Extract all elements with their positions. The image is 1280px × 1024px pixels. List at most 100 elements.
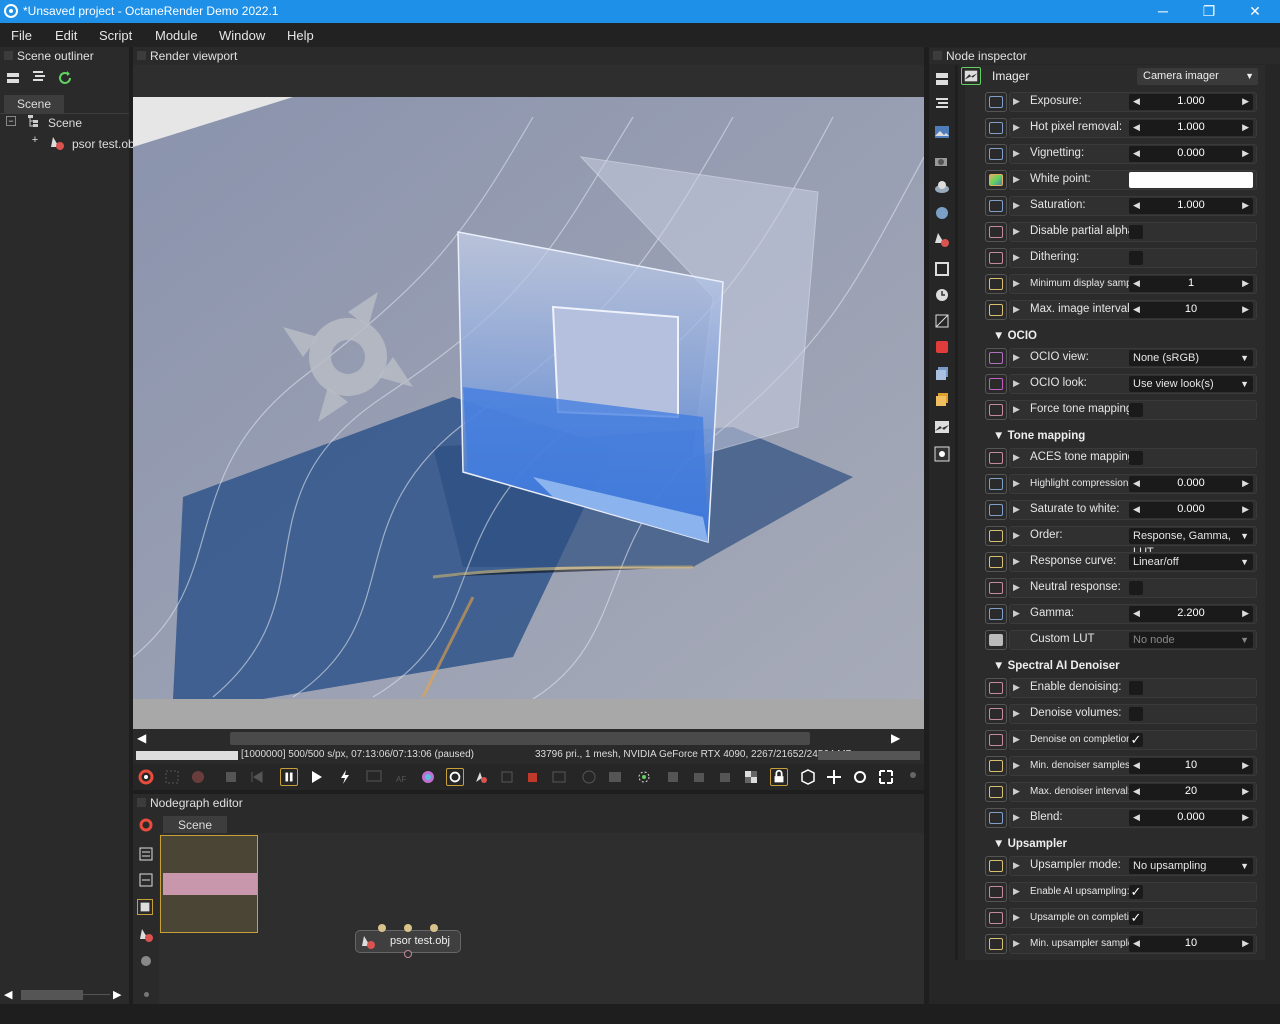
- param-slider[interactable]: ◀ 0.000 ▶: [1129, 476, 1253, 492]
- param-slider[interactable]: ◀ 2.200 ▶: [1129, 606, 1253, 622]
- menu-module[interactable]: Module: [155, 28, 198, 43]
- param-pin[interactable]: [985, 756, 1007, 776]
- param-pin[interactable]: [985, 374, 1007, 394]
- export-icon[interactable]: [716, 768, 734, 786]
- expand-arrow-icon[interactable]: ▶: [1013, 812, 1020, 823]
- clay-mode-icon[interactable]: [523, 768, 541, 786]
- section-header[interactable]: ▼ Upsampler: [993, 838, 1067, 850]
- image-icon[interactable]: [933, 123, 951, 141]
- scroll-left-icon[interactable]: ◀: [137, 731, 146, 745]
- slider-increment-icon[interactable]: ▶: [1242, 278, 1249, 289]
- input-pin[interactable]: [404, 924, 412, 932]
- expand-arrow-icon[interactable]: ▶: [1013, 200, 1020, 211]
- param-slider[interactable]: ◀ 10 ▶: [1129, 936, 1253, 952]
- slider-increment-icon[interactable]: ▶: [1242, 200, 1249, 211]
- param-slider[interactable]: ◀ 10 ▶: [1129, 758, 1253, 774]
- param-pin[interactable]: [985, 630, 1007, 650]
- render-target-icon[interactable]: [933, 70, 951, 88]
- slider-increment-icon[interactable]: ▶: [1242, 478, 1249, 489]
- expand-arrow-icon[interactable]: ▶: [1013, 304, 1020, 315]
- slider-increment-icon[interactable]: ▶: [1242, 148, 1249, 159]
- expand-arrow-icon[interactable]: ▶: [1013, 252, 1020, 263]
- film-settings-icon[interactable]: [933, 260, 951, 278]
- nodegraph-tab-scene[interactable]: Scene: [163, 816, 227, 833]
- collapse-icon[interactable]: −: [6, 116, 16, 126]
- menu-edit[interactable]: Edit: [55, 28, 77, 43]
- subsample-icon[interactable]: [550, 768, 568, 786]
- param-dropdown[interactable]: Linear/off ▼: [1129, 554, 1253, 570]
- param-pin[interactable]: [985, 934, 1007, 954]
- expand-arrow-icon[interactable]: ▶: [1013, 530, 1020, 541]
- param-dropdown[interactable]: No upsampling ▼: [1129, 858, 1253, 874]
- param-dropdown[interactable]: Use view look(s) ▼: [1129, 376, 1253, 392]
- param-checkbox[interactable]: [1129, 403, 1143, 417]
- graph-preview-icon[interactable]: [137, 899, 153, 915]
- param-dropdown[interactable]: None (sRGB) ▼: [1129, 350, 1253, 366]
- expand-arrow-icon[interactable]: ▶: [1013, 378, 1020, 389]
- camera-icon[interactable]: [933, 152, 951, 170]
- expand-arrow-icon[interactable]: ▶: [1013, 938, 1020, 949]
- scroll-right-icon[interactable]: ▶: [891, 731, 900, 745]
- kernel-icon[interactable]: [933, 312, 951, 330]
- param-pin[interactable]: [985, 578, 1007, 598]
- section-header[interactable]: ▼ Spectral AI Denoiser: [993, 660, 1120, 672]
- copy-icon[interactable]: [664, 768, 682, 786]
- param-pin[interactable]: [985, 782, 1007, 802]
- picker-icon[interactable]: [446, 768, 464, 786]
- param-slider[interactable]: ◀ 1.000 ▶: [1129, 120, 1253, 136]
- animation-icon[interactable]: [933, 286, 951, 304]
- param-pin[interactable]: [985, 730, 1007, 750]
- pan-icon[interactable]: [825, 768, 843, 786]
- render-layer-icon[interactable]: [933, 338, 951, 356]
- param-pin[interactable]: [985, 400, 1007, 420]
- param-checkbox[interactable]: [1129, 681, 1143, 695]
- environment-icon[interactable]: [933, 178, 951, 196]
- param-pin[interactable]: [985, 118, 1007, 138]
- expand-arrow-icon[interactable]: ▶: [1013, 174, 1020, 185]
- display-icon[interactable]: [365, 768, 383, 786]
- expand-arrow-icon[interactable]: ▶: [1013, 556, 1020, 567]
- param-pin[interactable]: [985, 144, 1007, 164]
- maximize-button[interactable]: ❐: [1186, 0, 1232, 23]
- input-pin[interactable]: [378, 924, 386, 932]
- param-checkbox[interactable]: [1129, 225, 1143, 239]
- param-checkbox[interactable]: [1129, 707, 1143, 721]
- param-pin[interactable]: [985, 908, 1007, 928]
- param-pin[interactable]: [985, 274, 1007, 294]
- slider-increment-icon[interactable]: ▶: [1242, 608, 1249, 619]
- visible-env-icon[interactable]: [933, 204, 951, 222]
- param-pin[interactable]: [985, 348, 1007, 368]
- slider-increment-icon[interactable]: ▶: [1242, 812, 1249, 823]
- param-pin[interactable]: [985, 604, 1007, 624]
- octane-logo-icon[interactable]: [138, 817, 154, 833]
- param-pin[interactable]: [985, 448, 1007, 468]
- outliner-hscrollbar[interactable]: ◀ ▶: [4, 988, 125, 1001]
- slider-increment-icon[interactable]: ▶: [1242, 122, 1249, 133]
- color-wheel-icon[interactable]: [419, 768, 437, 786]
- expand-arrow-icon[interactable]: ▶: [1013, 708, 1020, 719]
- viewport-hscrollbar[interactable]: ◀ ▶: [133, 730, 924, 747]
- fullscreen-icon[interactable]: [877, 768, 895, 786]
- input-pin[interactable]: [430, 924, 438, 932]
- section-header[interactable]: ▼ OCIO: [993, 330, 1037, 342]
- world-icon[interactable]: [580, 768, 598, 786]
- menu-help[interactable]: Help: [287, 28, 314, 43]
- scene-preview-node[interactable]: [160, 835, 258, 933]
- param-pin[interactable]: [985, 552, 1007, 572]
- expand-arrow-icon[interactable]: ▶: [1013, 860, 1020, 871]
- expand-arrow-icon[interactable]: ▶: [1013, 226, 1020, 237]
- expand-icon[interactable]: +: [30, 135, 40, 146]
- orbit-icon[interactable]: [851, 768, 869, 786]
- gizmo-icon[interactable]: [635, 768, 653, 786]
- expand-arrow-icon[interactable]: ▶: [1013, 352, 1020, 363]
- param-pin[interactable]: [985, 704, 1007, 724]
- refresh-icon[interactable]: [57, 70, 73, 86]
- param-slider[interactable]: ◀ 1 ▶: [1129, 276, 1253, 292]
- save-image-icon[interactable]: [690, 768, 708, 786]
- expand-arrow-icon[interactable]: ▶: [1013, 682, 1020, 693]
- object-picker-icon[interactable]: [498, 768, 516, 786]
- graph-arrange-icon[interactable]: [138, 872, 154, 888]
- material-icon[interactable]: [933, 231, 951, 249]
- param-pin[interactable]: [985, 92, 1007, 112]
- param-pin[interactable]: [985, 856, 1007, 876]
